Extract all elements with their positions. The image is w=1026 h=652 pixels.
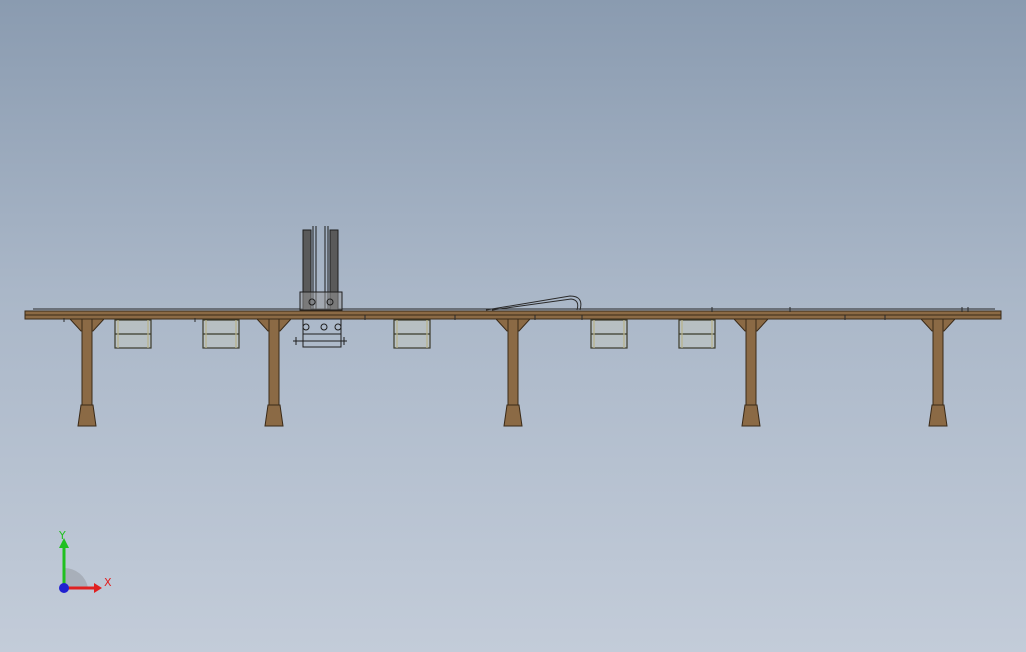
- bracket-4[interactable]: [590, 319, 628, 349]
- leg-5[interactable]: [919, 318, 957, 427]
- carriage-tower[interactable]: [299, 226, 343, 311]
- carriage-base[interactable]: [293, 318, 347, 348]
- leg-3[interactable]: [494, 318, 532, 427]
- leg-4[interactable]: [732, 318, 770, 427]
- bracket-2[interactable]: [202, 319, 240, 349]
- bracket-1[interactable]: [114, 319, 152, 349]
- cad-model-view[interactable]: [0, 0, 1026, 652]
- x-axis-label: X: [104, 576, 112, 589]
- bracket-3[interactable]: [393, 319, 431, 349]
- coordinate-triad: Y X: [58, 529, 112, 593]
- y-axis-label: Y: [58, 529, 66, 542]
- z-axis-dot: [59, 583, 69, 593]
- graphics-viewport[interactable]: Y X: [0, 0, 1026, 652]
- cable-carrier[interactable]: [485, 295, 582, 311]
- leg-2[interactable]: [255, 318, 293, 427]
- leg-1[interactable]: [68, 318, 106, 427]
- main-beam[interactable]: [24, 308, 1002, 320]
- bracket-5[interactable]: [678, 319, 716, 349]
